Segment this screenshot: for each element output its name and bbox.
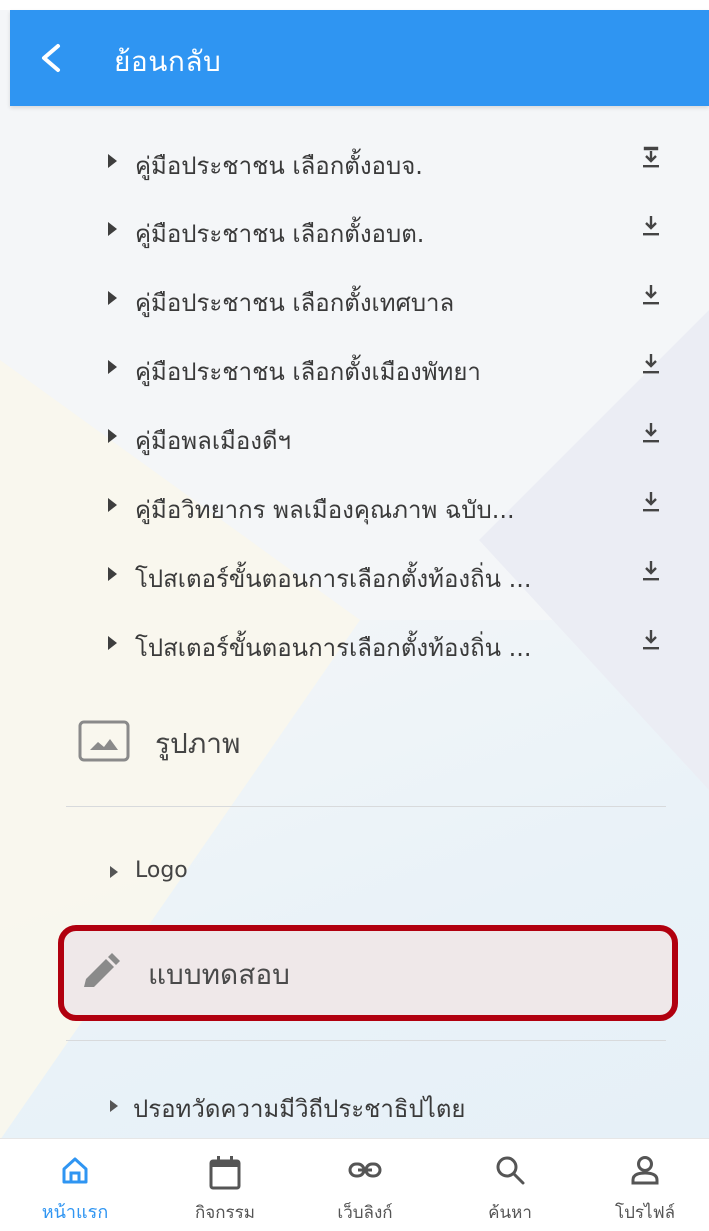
nav-weblinks-label: เว็บลิงก์: [337, 1203, 393, 1223]
image-icon: [78, 720, 130, 762]
document-item[interactable]: คู่มือประชาชน เลือกตั้งเมืองพัทยา: [0, 336, 709, 396]
profile-icon: [631, 1156, 659, 1185]
logo-item-label: Logo: [135, 858, 188, 883]
calendar-icon: [209, 1156, 241, 1190]
download-icon[interactable]: [640, 214, 662, 236]
download-icon[interactable]: [640, 421, 662, 443]
document-label: โปสเตอร์ขั้นตอนการเลือกตั้งท้องถิ่น ...: [135, 565, 532, 593]
pencil-icon: [84, 953, 120, 987]
nav-weblinks[interactable]: เว็บลิงก์: [310, 1139, 420, 1231]
download-icon[interactable]: [640, 283, 662, 305]
expand-triangle-icon: [108, 636, 117, 650]
back-label[interactable]: ย้อนกลับ: [114, 40, 221, 84]
document-label: คู่มือประชาชน เลือกตั้งอบจ.: [135, 152, 423, 180]
quiz-section-title[interactable]: แบบทดสอบ: [148, 953, 290, 997]
search-icon: [496, 1156, 525, 1185]
images-section-title[interactable]: รูปภาพ: [155, 722, 240, 766]
document-label: คู่มือประชาชน เลือกตั้งเทศบาล: [135, 289, 455, 317]
nav-home-label: หน้าแรก: [41, 1202, 109, 1223]
link-icon: [348, 1162, 382, 1178]
document-item[interactable]: คู่มือพลเมืองดีฯ: [0, 405, 709, 465]
expand-triangle-icon: [108, 429, 117, 443]
divider: [66, 806, 666, 807]
nav-profile-label: โปรไฟล์: [614, 1203, 676, 1223]
download-icon[interactable]: [640, 559, 662, 581]
download-icon[interactable]: [640, 628, 662, 650]
nav-search-label: ค้นหา: [488, 1203, 532, 1223]
nav-profile[interactable]: โปรไฟล์: [590, 1139, 700, 1231]
download-icon[interactable]: [640, 146, 662, 168]
document-item[interactable]: คู่มือประชาชน เลือกตั้งอบจ.: [0, 130, 709, 190]
expand-triangle-icon: [108, 154, 117, 168]
expand-triangle-icon: [108, 567, 117, 581]
document-label: โปสเตอร์ขั้นตอนการเลือกตั้งท้องถิ่น ...: [135, 634, 532, 662]
document-label: คู่มือประชาชน เลือกตั้งอบต.: [135, 220, 425, 248]
back-arrow-icon[interactable]: [38, 43, 64, 73]
nav-activities[interactable]: กิจกรรม: [170, 1139, 280, 1231]
document-item[interactable]: คู่มือวิทยากร พลเมืองคุณภาพ ฉบับ...: [0, 474, 709, 534]
document-item[interactable]: คู่มือประชาชน เลือกตั้งอบต.: [0, 198, 709, 258]
document-item[interactable]: โปสเตอร์ขั้นตอนการเลือกตั้งท้องถิ่น ...: [0, 543, 709, 603]
app-bar: ย้อนกลับ: [10, 10, 709, 106]
document-item[interactable]: โปสเตอร์ขั้นตอนการเลือกตั้งท้องถิ่น ...: [0, 612, 709, 672]
quiz-item-label: ปรอทวัดความมีวิถีประชาธิปไตย: [133, 1095, 466, 1123]
expand-triangle-icon: [108, 222, 117, 236]
status-strip: [0, 0, 709, 10]
expand-triangle-icon: [110, 866, 118, 878]
document-item[interactable]: คู่มือประชาชน เลือกตั้งเทศบาล: [0, 267, 709, 327]
bottom-navigation: หน้าแรก กิจกรรม เว็บลิงก์ ค้นหา โปรไฟล์: [0, 1138, 709, 1231]
divider: [66, 1040, 666, 1041]
expand-triangle-icon: [108, 360, 117, 374]
download-icon[interactable]: [640, 352, 662, 374]
home-icon: [62, 1157, 88, 1184]
expand-triangle-icon: [110, 1100, 118, 1112]
document-label: คู่มือวิทยากร พลเมืองคุณภาพ ฉบับ...: [135, 496, 515, 524]
nav-home[interactable]: หน้าแรก: [20, 1139, 130, 1231]
document-label: คู่มือพลเมืองดีฯ: [135, 427, 292, 455]
nav-activities-label: กิจกรรม: [194, 1203, 255, 1223]
expand-triangle-icon: [108, 498, 117, 512]
download-icon[interactable]: [640, 490, 662, 512]
expand-triangle-icon: [108, 291, 117, 305]
screen: ย้อนกลับ คู่มือประชาชน เลือกตั้งอบจ. คู่…: [0, 0, 709, 1231]
nav-search[interactable]: ค้นหา: [455, 1139, 565, 1231]
document-label: คู่มือประชาชน เลือกตั้งเมืองพัทยา: [135, 358, 481, 386]
